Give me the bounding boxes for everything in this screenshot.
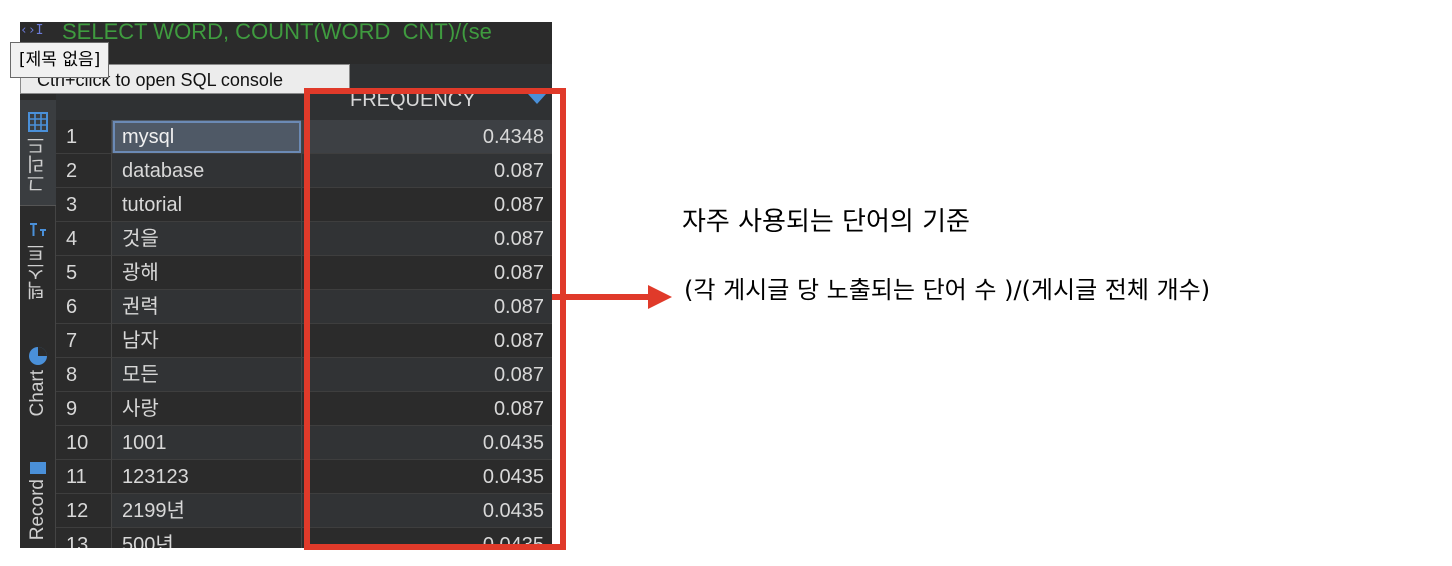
tab-text-label: 텍스트 [27, 242, 48, 300]
row-number-cell[interactable]: 3 [56, 188, 112, 222]
annotation-formula: (각 게시글 당 노출되는 단어 수 )/(게시글 전체 개수) [684, 276, 1211, 304]
row-number-cell[interactable]: 5 [56, 256, 112, 290]
row-number-cell[interactable]: 9 [56, 392, 112, 426]
row-number-cell[interactable]: 11 [56, 460, 112, 494]
row-number-cell[interactable]: 1 [56, 120, 112, 154]
annotation-title: 자주 사용되는 단어의 기준 [682, 207, 970, 237]
word-cell[interactable]: mysql [112, 120, 302, 154]
sql-query-icon: ‹›I [20, 23, 44, 38]
word-cell[interactable]: 것을 [112, 222, 302, 256]
query-text: SELECT WORD, COUNT(WORD_CNT)/(se [62, 22, 492, 42]
tab-chart[interactable]: Chart [20, 326, 56, 436]
word-cell[interactable]: database [112, 154, 302, 188]
word-cell[interactable]: tutorial [112, 188, 302, 222]
word-cell[interactable]: 2199년 [112, 494, 302, 528]
frequency-highlight-box [304, 88, 566, 550]
row-number-cell[interactable]: 12 [56, 494, 112, 528]
row-number-cell[interactable]: 10 [56, 426, 112, 460]
tab-grid-label: 그리드 [27, 136, 48, 193]
word-cell[interactable]: 사랑 [112, 392, 302, 426]
row-number-cell[interactable]: 2 [56, 154, 112, 188]
tab-record-label: Record [27, 479, 48, 541]
word-cell[interactable]: 모든 [112, 358, 302, 392]
row-number-cell[interactable]: 6 [56, 290, 112, 324]
word-cell[interactable]: 남자 [112, 324, 302, 358]
word-cell[interactable]: 1001 [112, 426, 302, 460]
tab-text[interactable]: 텍스트 [20, 206, 56, 314]
word-cell[interactable]: 500년 [112, 528, 302, 548]
word-cell[interactable]: 123123 [112, 460, 302, 494]
word-cell[interactable]: 권력 [112, 290, 302, 324]
grid-icon [28, 112, 48, 132]
tab-chart-label: Chart [27, 369, 48, 417]
arrow-right-icon [552, 285, 672, 309]
row-number-cell[interactable]: 4 [56, 222, 112, 256]
text-icon [30, 222, 46, 236]
view-mode-sidebar: 그리드 텍스트 Chart Record [20, 100, 56, 548]
record-icon [30, 462, 46, 475]
tab-record[interactable]: Record [20, 454, 56, 548]
query-bar[interactable]: ‹›I SELECT WORD, COUNT(WORD_CNT)/(se [20, 22, 552, 42]
editor-tab-title[interactable]: [제목 없음] [10, 42, 110, 78]
word-cell[interactable]: 광해 [112, 256, 302, 290]
tab-grid[interactable]: 그리드 [20, 100, 56, 206]
pie-chart-icon [29, 346, 47, 365]
row-number-cell[interactable]: 13 [56, 528, 112, 548]
row-number-cell[interactable]: 7 [56, 324, 112, 358]
row-number-cell[interactable]: 8 [56, 358, 112, 392]
